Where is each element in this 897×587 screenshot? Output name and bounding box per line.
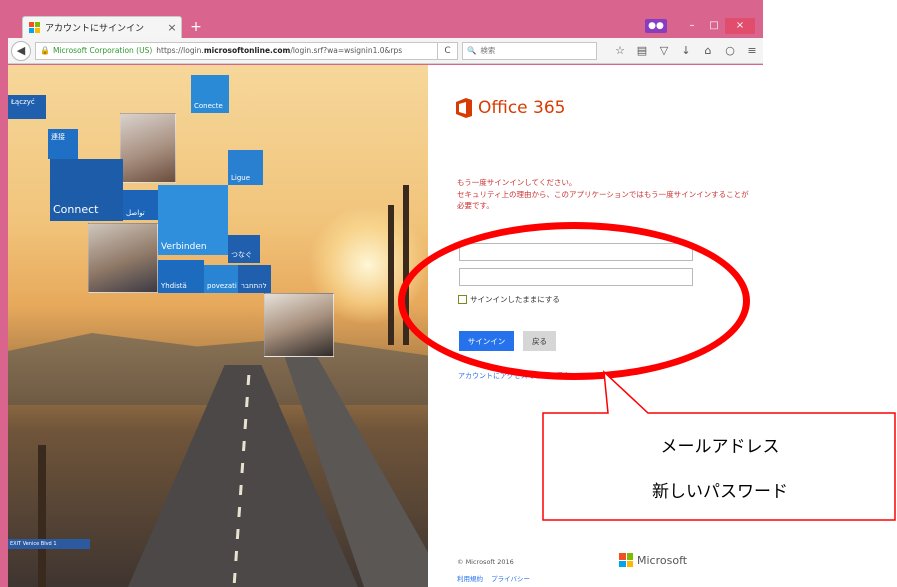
lock-icon: 🔒 — [40, 46, 50, 55]
microsoft-logo: Microsoft — [619, 553, 687, 567]
photo-man-tablet — [88, 223, 158, 293]
copyright: © Microsoft 2016 — [457, 558, 514, 566]
tile: つなぐ — [228, 235, 260, 263]
tile: 連接 — [48, 129, 78, 159]
new-tab-button[interactable]: + — [186, 18, 206, 36]
tile-connect: Connect — [53, 203, 99, 216]
bookmark-star-icon[interactable]: ☆ — [609, 44, 631, 57]
search-placeholder: 検索 — [480, 46, 496, 55]
tile-verbinden: Verbinden — [158, 185, 228, 255]
download-icon[interactable]: ↓ — [675, 44, 697, 57]
tile: povezati — [204, 265, 238, 293]
toolbar: ☆ ▤ ▽ ↓ ⌂ ○ ≡ — [609, 44, 763, 57]
private-browsing-icon: ●● — [645, 19, 667, 33]
menu-icon[interactable]: ≡ — [741, 44, 763, 57]
close-window-button[interactable]: × — [725, 18, 755, 34]
photo-woman-phone — [120, 113, 176, 183]
resignin-message: もう一度サインインしてください。 — [457, 178, 577, 187]
palm-tree — [38, 445, 46, 587]
road-sign: EXIT Venice Blvd 1 — [8, 539, 90, 549]
callout-password-label: 新しいパスワード — [652, 482, 788, 502]
minimize-button[interactable]: – — [681, 18, 703, 34]
privacy-link[interactable]: プライバシー — [491, 575, 530, 583]
microsoft-brand: Microsoft — [637, 553, 688, 567]
back-arrow-icon[interactable]: ◀ — [11, 40, 31, 61]
terms-link[interactable]: 利用規約 — [457, 575, 483, 583]
maximize-button[interactable]: □ — [703, 18, 725, 34]
site-identity: Microsoft Corporation (US) — [52, 46, 153, 55]
tile: تواصل — [123, 190, 161, 220]
office365-logo: Office 365 — [456, 98, 565, 118]
tab-bar: アカウントにサインイン × + ●● – □ × — [8, 16, 763, 38]
search-icon: 🔍 — [467, 46, 477, 55]
screenshot: アカウントにサインイン × + ●● – □ × ◀ 🔒 Microsoft C… — [0, 0, 897, 587]
footer-links: 利用規約 プライバシー — [457, 573, 536, 583]
callout-text: メールアドレス 新しいパスワード — [543, 410, 897, 502]
chat-icon[interactable]: ○ — [719, 44, 741, 57]
microsoft-favicon-icon — [29, 22, 40, 33]
navigation-bar: ◀ 🔒 Microsoft Corporation (US) https://l… — [8, 38, 763, 64]
photo-meeting — [264, 293, 334, 357]
security-message: セキュリティ上の理由から、このアプリケーションではもう一度サインインすることが必… — [457, 190, 749, 210]
url-text: https://login.microsoftonline.com/login.… — [156, 46, 403, 55]
window-controls: ●● – □ × — [645, 16, 755, 36]
office-icon — [456, 98, 472, 118]
highlight-ellipse — [398, 222, 750, 380]
tab-title: アカウントにサインイン — [45, 24, 145, 34]
reload-icon[interactable]: C — [438, 41, 458, 60]
tile: Yhdistä — [158, 260, 204, 293]
palm-tree — [388, 205, 394, 345]
tab-close-icon[interactable]: × — [163, 21, 181, 34]
hero-image: Łączyć Conecte 連接 Ligue Connect تواصل Ve… — [8, 65, 428, 587]
pocket-icon[interactable]: ▽ — [653, 44, 675, 57]
reading-list-icon[interactable]: ▤ — [631, 44, 653, 57]
home-icon[interactable]: ⌂ — [697, 44, 719, 57]
tile: Ligue — [228, 150, 263, 185]
tab-signin[interactable]: アカウントにサインイン × — [22, 16, 182, 38]
search-box[interactable]: 🔍 検索 — [462, 41, 597, 60]
tile: Conecte — [191, 75, 229, 113]
product-name: Office 365 — [478, 98, 566, 118]
tile: Łączyć — [8, 95, 46, 119]
tile: להתחבר — [238, 265, 271, 293]
address-bar[interactable]: 🔒 Microsoft Corporation (US) https://log… — [35, 41, 438, 60]
callout-email-label: メールアドレス — [660, 437, 780, 457]
microsoft-logo-icon — [619, 553, 633, 567]
